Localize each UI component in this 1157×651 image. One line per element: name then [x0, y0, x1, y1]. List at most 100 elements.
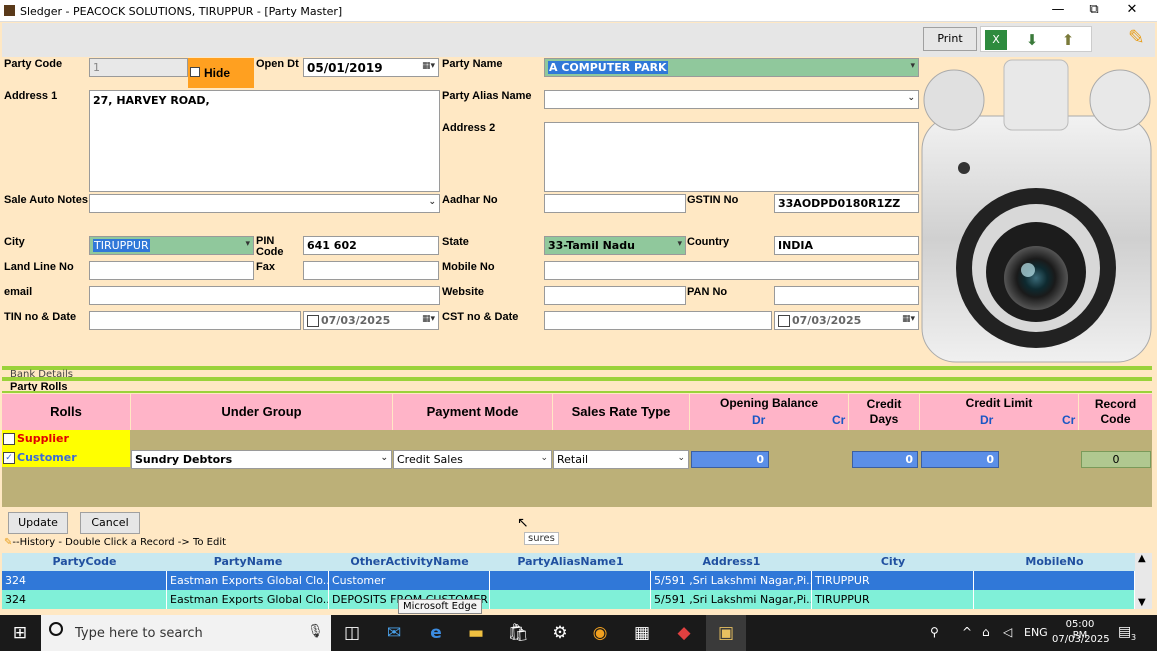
mobile-field[interactable] [544, 261, 919, 280]
volume-icon[interactable]: ◁ [1003, 625, 1012, 639]
col-otheractivityname[interactable]: OtherActivityName [329, 553, 490, 571]
pin-icon[interactable]: ✎ [1128, 25, 1148, 49]
chevron-down-icon[interactable]: ⌄ [540, 453, 548, 463]
file-explorer-icon[interactable]: ▬ [456, 615, 496, 651]
windows-start-icon[interactable]: ⊞ [0, 615, 40, 651]
print-button[interactable]: Print [923, 27, 977, 51]
fax-field[interactable] [303, 261, 439, 280]
opening-balance-dr-field[interactable]: 0 [691, 451, 769, 468]
city-field[interactable]: TIRUPPUR ▾ [89, 236, 254, 255]
cst-field[interactable] [544, 311, 772, 330]
alias-field[interactable]: ⌄ [544, 90, 919, 109]
pan-label: PAN No [687, 286, 728, 298]
customer-checkbox[interactable]: ✓ [3, 452, 15, 464]
people-icon[interactable]: ⚲ [930, 625, 939, 639]
chevron-down-icon[interactable]: ▾ [910, 61, 915, 71]
chevron-down-icon[interactable]: ▾ [677, 239, 682, 249]
party-name-field[interactable]: A COMPUTER PARK ▾ [544, 58, 919, 77]
record-code-field[interactable]: 0 [1081, 451, 1151, 468]
table-row[interactable]: 324 Eastman Exports Global Clo... Custom… [2, 571, 1135, 590]
history-scrollbar[interactable]: ▲ ▼ [1135, 553, 1152, 609]
network-icon[interactable]: ⌂ [982, 625, 990, 639]
anydesk-icon[interactable]: ◆ [664, 615, 704, 651]
calendar-icon[interactable]: ▦▾ [902, 314, 915, 324]
hide-checkbox[interactable] [190, 67, 200, 77]
website-field[interactable] [544, 286, 686, 305]
tin-date-field[interactable]: 07/03/2025 ▦▾ [303, 311, 439, 330]
clock-date[interactable]: 07/03/2025 [1052, 634, 1110, 645]
country-field[interactable]: INDIA [774, 236, 919, 255]
supplier-roll[interactable]: Supplier [3, 432, 69, 445]
toolbar: Print X ⬇ ⬆ ✎ [2, 23, 1155, 57]
payment-mode-header: Payment Mode [393, 394, 552, 430]
tin-field[interactable] [89, 311, 301, 330]
website-label: Website [442, 286, 484, 298]
chevron-down-icon[interactable]: ⌄ [677, 453, 685, 463]
gstin-field[interactable]: 33AODPD0180R1ZZ [774, 194, 919, 213]
sales-rate-type-header: Sales Rate Type [553, 394, 689, 430]
aadhar-field[interactable] [544, 194, 686, 213]
col-address1[interactable]: Address1 [651, 553, 812, 571]
chrome-icon[interactable]: ◉ [580, 615, 620, 651]
supplier-checkbox[interactable] [3, 433, 15, 445]
tin-date-checkbox[interactable] [307, 315, 319, 327]
open-dt-field[interactable]: 05/01/2019 ▦▾ [303, 58, 439, 77]
chevron-down-icon[interactable]: ⌄ [907, 93, 915, 103]
notification-icon[interactable]: ▤ [1118, 624, 1131, 640]
customer-roll[interactable]: ✓ Customer [3, 451, 77, 464]
hide-toggle[interactable]: Hide [188, 58, 254, 88]
col-city[interactable]: City [812, 553, 974, 571]
credit-limit-dr-field[interactable]: 0 [921, 451, 999, 468]
pin-field[interactable]: 641 602 [303, 236, 439, 255]
cancel-button[interactable]: Cancel [80, 512, 140, 534]
close-button[interactable]: ✕ [1114, 0, 1150, 22]
chevron-down-icon[interactable]: ⌄ [428, 197, 436, 207]
app-icon [4, 5, 15, 16]
address2-field[interactable] [544, 122, 919, 192]
store-icon[interactable]: 🛍 [498, 615, 538, 651]
table-row[interactable]: 324 Eastman Exports Global Clo... DEPOSI… [2, 590, 1135, 609]
col-mobileno[interactable]: MobileNo [974, 553, 1135, 571]
scroll-down-icon[interactable]: ▼ [1138, 597, 1146, 608]
col-partyaliasname1[interactable]: PartyAliasName1 [490, 553, 651, 571]
sale-auto-notes-field[interactable]: ⌄ [89, 194, 440, 213]
payment-mode-select[interactable]: Credit Sales ⌄ [393, 450, 552, 469]
cst-date-field[interactable]: 07/03/2025 ▦▾ [774, 311, 919, 330]
upload-icon[interactable]: ⬆ [1057, 31, 1079, 49]
party-code-field[interactable]: 1 [89, 58, 188, 77]
update-button[interactable]: Update [8, 512, 68, 534]
restore-button[interactable]: ⧉ [1076, 0, 1112, 22]
divider [2, 377, 1152, 381]
cst-date-checkbox[interactable] [778, 315, 790, 327]
history-label: ✎--History - Double Click a Record -> To… [4, 537, 227, 548]
minimize-button[interactable]: — [1040, 0, 1076, 22]
calendar-icon[interactable]: ▦▾ [422, 314, 435, 324]
scroll-up-icon[interactable]: ▲ [1138, 553, 1146, 564]
mobile-label: Mobile No [442, 261, 495, 273]
search-box[interactable]: Type here to search 🎙 [41, 615, 331, 651]
mail-icon[interactable]: ✉ [374, 615, 414, 651]
excel-icon[interactable]: X [985, 30, 1007, 50]
calculator-icon[interactable]: ▦ [622, 615, 662, 651]
state-field[interactable]: 33-Tamil Nadu ▾ [544, 236, 686, 255]
download-icon[interactable]: ⬇ [1021, 31, 1043, 49]
credit-days-field[interactable]: 0 [852, 451, 918, 468]
address1-field[interactable]: 27, HARVEY ROAD, [89, 90, 440, 192]
col-partyname[interactable]: PartyName [167, 553, 329, 571]
pan-field[interactable] [774, 286, 919, 305]
col-partycode[interactable]: PartyCode [2, 553, 167, 571]
under-group-select[interactable]: Sundry Debtors ⌄ [131, 450, 392, 469]
chevron-up-icon[interactable]: ^ [962, 625, 972, 639]
chevron-down-icon[interactable]: ⌄ [380, 453, 388, 463]
landline-field[interactable] [89, 261, 254, 280]
settings-gear-icon[interactable]: ⚙ [540, 615, 580, 651]
chevron-down-icon[interactable]: ▾ [245, 239, 250, 249]
sledger-app-icon[interactable]: ▣ [706, 615, 746, 651]
edge-icon[interactable]: e [416, 615, 456, 651]
task-view-icon[interactable]: ◫ [332, 615, 372, 651]
calendar-icon[interactable]: ▦▾ [422, 61, 435, 71]
sales-rate-type-select[interactable]: Retail ⌄ [553, 450, 689, 469]
language-indicator[interactable]: ENG [1024, 626, 1048, 639]
microphone-icon[interactable]: 🎙 [307, 624, 324, 639]
email-field[interactable] [89, 286, 440, 305]
